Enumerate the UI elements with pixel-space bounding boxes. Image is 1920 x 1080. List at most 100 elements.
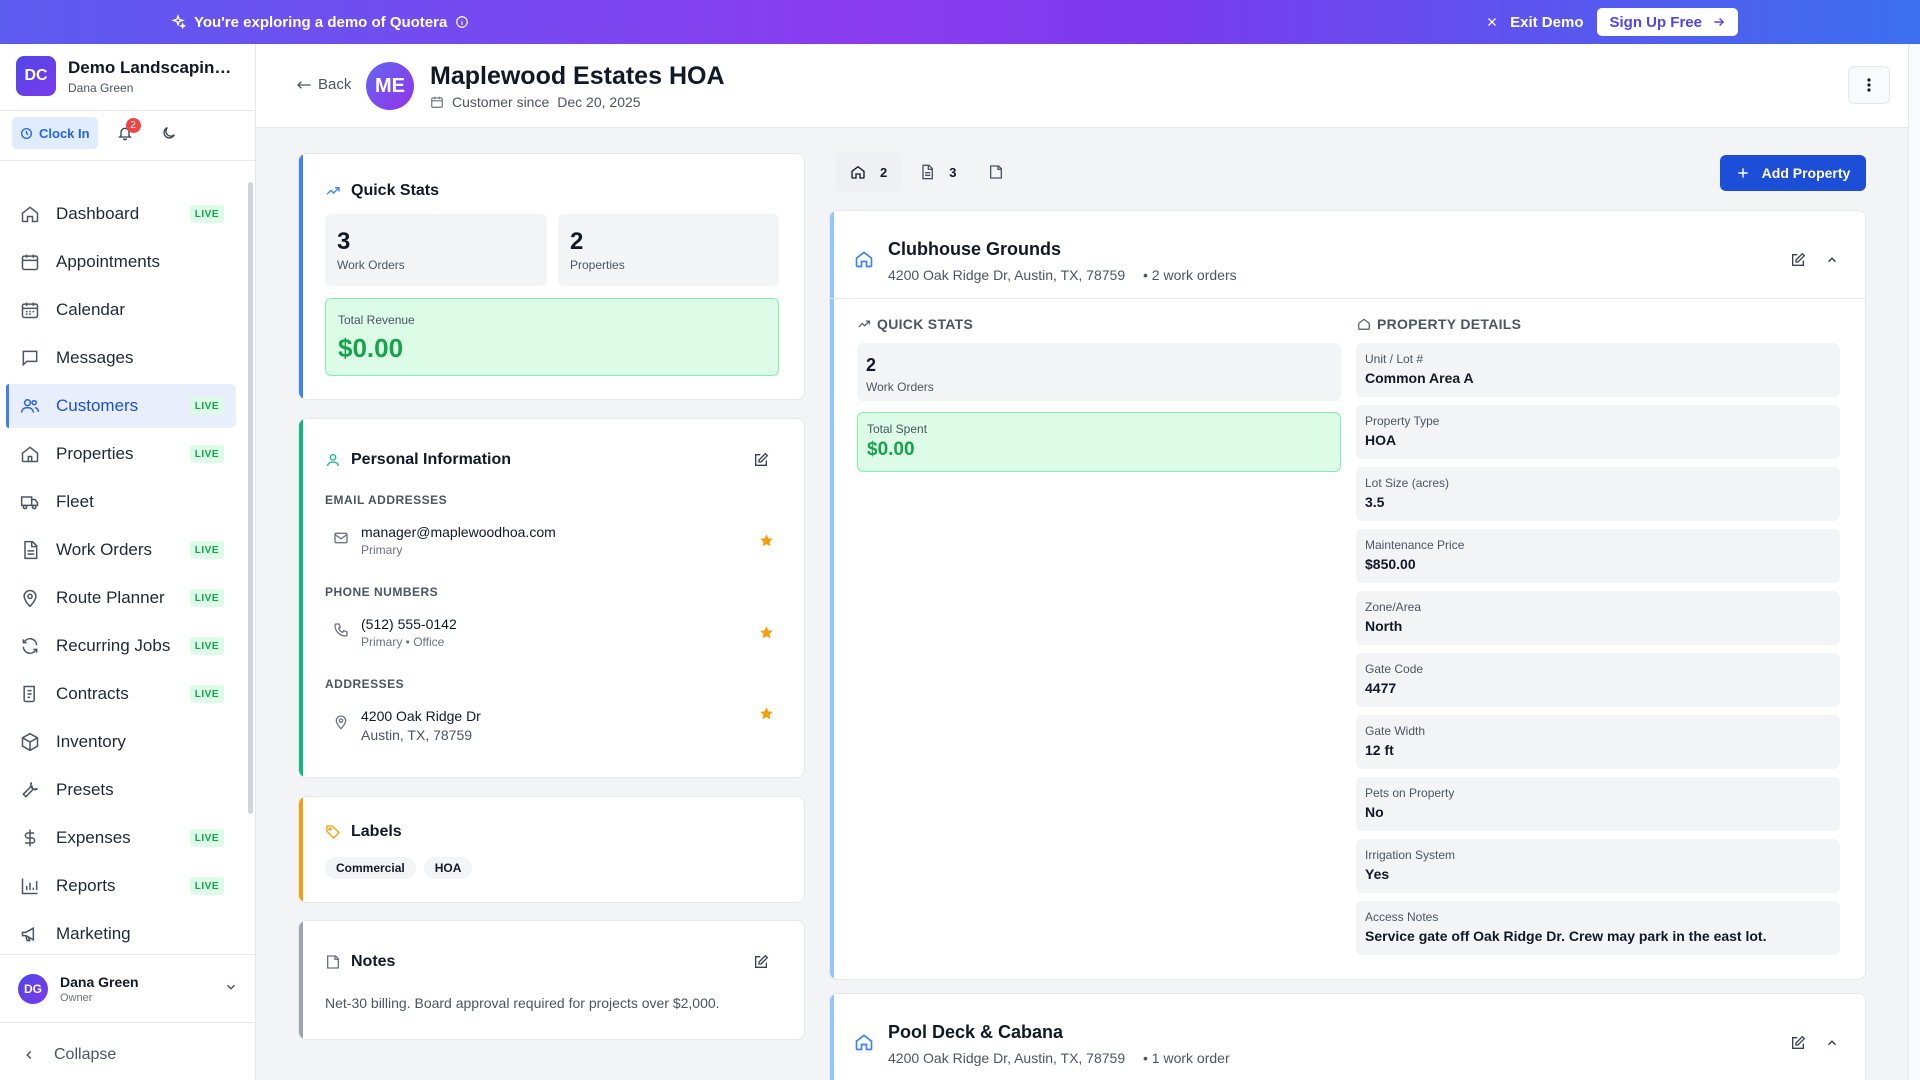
back-label: Back: [318, 76, 352, 93]
detail-label: Irrigation System: [1365, 848, 1456, 862]
property-tabs: 2 3: [836, 152, 1018, 192]
personal-info-card: Personal Information EMAIL ADDRESSES man…: [298, 418, 805, 778]
edit-icon[interactable]: [1790, 252, 1806, 268]
demo-message: You're exploring a demo of Quotera: [170, 0, 469, 44]
notifications-button[interactable]: 2: [108, 117, 142, 149]
tab-work-orders[interactable]: 3: [905, 152, 970, 192]
main-scrollbar[interactable]: [1908, 44, 1920, 1080]
sidebar-item-messages[interactable]: Messages: [6, 336, 236, 380]
megaphone-icon: [20, 924, 40, 944]
live-badge: LIVE: [189, 541, 224, 559]
live-badge: LIVE: [189, 685, 224, 703]
sidebar-item-appointments[interactable]: Appointments: [6, 240, 236, 284]
add-property-label: Add Property: [1761, 165, 1851, 181]
tab-properties[interactable]: 2: [836, 152, 902, 192]
theme-toggle-button[interactable]: [152, 117, 186, 149]
live-badge: LIVE: [189, 637, 224, 655]
total-revenue-value: $0.00: [338, 333, 404, 363]
sidebar-item-properties[interactable]: Properties LIVE: [6, 432, 236, 476]
back-button[interactable]: Back: [296, 76, 351, 93]
clock-in-button[interactable]: Clock In: [12, 117, 98, 149]
sidebar-item-dashboard[interactable]: Dashboard LIVE: [6, 192, 236, 236]
user-menu[interactable]: DG Dana Green Owner: [18, 974, 238, 1004]
calendar-check-icon: [20, 252, 40, 272]
truck-icon: [20, 492, 40, 512]
bar-chart-icon: [20, 876, 40, 896]
collapse-button[interactable]: Collapse: [22, 1046, 116, 1064]
detail-label: Pets on Property: [1365, 786, 1455, 800]
tag-icon: [325, 824, 341, 840]
sidebar-item-label: Presets: [56, 780, 114, 799]
note-icon: [988, 164, 1004, 180]
email-entry[interactable]: manager@maplewoodhoa.com Primary: [333, 524, 773, 557]
sidebar-item-route-planner[interactable]: Route Planner LIVE: [6, 576, 236, 620]
sidebar-item-label: Messages: [56, 348, 134, 367]
org-logo: DC: [16, 56, 56, 96]
home-icon: [850, 164, 866, 180]
sidebar-item-label: Expenses: [56, 828, 131, 847]
tab-count: 2: [880, 164, 888, 180]
property-header[interactable]: Clubhouse Grounds 4200 Oak Ridge Dr, Aus…: [830, 211, 1865, 299]
chevron-up-icon[interactable]: [1825, 1036, 1839, 1050]
star-icon[interactable]: [759, 533, 774, 548]
document-icon: [20, 540, 40, 560]
address-entry[interactable]: 4200 Oak Ridge Dr Austin, TX, 78759: [333, 708, 773, 743]
phone-tag: Primary • Office: [361, 635, 445, 649]
info-icon[interactable]: [455, 15, 469, 29]
tab-notes[interactable]: [974, 152, 1018, 192]
trending-up-icon: [857, 317, 871, 331]
sidebar-scrollbar[interactable]: [248, 182, 253, 814]
email-value: manager@maplewoodhoa.com: [361, 524, 556, 540]
user-role: Owner: [60, 992, 93, 1004]
org-user: Dana Green: [68, 80, 134, 95]
sidebar-item-recurring-jobs[interactable]: Recurring Jobs LIVE: [6, 624, 236, 668]
dollar-icon: [20, 828, 40, 848]
label-chip[interactable]: HOA: [423, 857, 473, 879]
quick-stats-title: Quick Stats: [351, 182, 440, 199]
edit-icon[interactable]: [1790, 1035, 1806, 1051]
star-icon[interactable]: [759, 706, 774, 721]
edit-icon[interactable]: [753, 954, 769, 970]
exit-demo-button[interactable]: Exit Demo: [1486, 14, 1583, 31]
labels-card: Labels Commercial HOA: [298, 796, 805, 903]
sidebar-item-fleet[interactable]: Fleet: [6, 480, 236, 524]
star-icon[interactable]: [759, 625, 774, 640]
edit-icon[interactable]: [753, 452, 769, 468]
demo-message-text: You're exploring a demo of Quotera: [194, 13, 448, 31]
detail-value: Common Area A: [1365, 370, 1474, 386]
property-quick-stats-heading: QUICK STATS: [857, 316, 973, 332]
personal-info-title: Personal Information: [351, 451, 512, 468]
property-header[interactable]: Pool Deck & Cabana 4200 Oak Ridge Dr, Au…: [830, 994, 1865, 1080]
sidebar-item-customers[interactable]: Customers LIVE: [6, 384, 236, 428]
email-heading: EMAIL ADDRESSES: [325, 493, 448, 507]
detail-label: Unit / Lot #: [1365, 352, 1424, 366]
wrench-icon: [20, 780, 40, 800]
org-switcher[interactable]: DC Demo Landscaping Co. Dana Green: [16, 56, 240, 96]
refresh-icon: [20, 636, 40, 656]
detail-row: Unit / Lot # Common Area A: [1356, 343, 1840, 397]
sidebar-item-contracts[interactable]: Contracts LIVE: [6, 672, 236, 716]
sidebar-item-label: Route Planner: [56, 588, 165, 607]
chevron-up-icon[interactable]: [1825, 253, 1839, 267]
detail-value: No: [1365, 804, 1384, 820]
user-icon: [325, 452, 341, 468]
notes-card: Notes Net-30 billing. Board approval req…: [298, 920, 805, 1040]
sidebar-item-presets[interactable]: Presets: [6, 768, 236, 812]
sidebar-item-reports[interactable]: Reports LIVE: [6, 864, 236, 908]
customer-since: Customer since Dec 20, 2025: [430, 94, 641, 110]
document-icon: [919, 164, 935, 180]
sidebar-item-inventory[interactable]: Inventory: [6, 720, 236, 764]
message-icon: [20, 348, 40, 368]
more-options-button[interactable]: [1848, 66, 1890, 104]
sidebar-item-work-orders[interactable]: Work Orders LIVE: [6, 528, 236, 572]
phone-entry[interactable]: (512) 555-0142 Primary • Office: [333, 616, 773, 649]
sidebar-item-marketing[interactable]: Marketing: [6, 912, 236, 956]
add-property-button[interactable]: Add Property: [1720, 155, 1866, 191]
home-icon: [1357, 317, 1371, 331]
label-chip[interactable]: Commercial: [325, 857, 416, 879]
sidebar-item-calendar[interactable]: Calendar: [6, 288, 236, 332]
card-accent: [299, 797, 303, 902]
live-badge: LIVE: [189, 205, 224, 223]
sign-up-free-button[interactable]: Sign Up Free: [1597, 8, 1738, 36]
sidebar-item-expenses[interactable]: Expenses LIVE: [6, 816, 236, 860]
